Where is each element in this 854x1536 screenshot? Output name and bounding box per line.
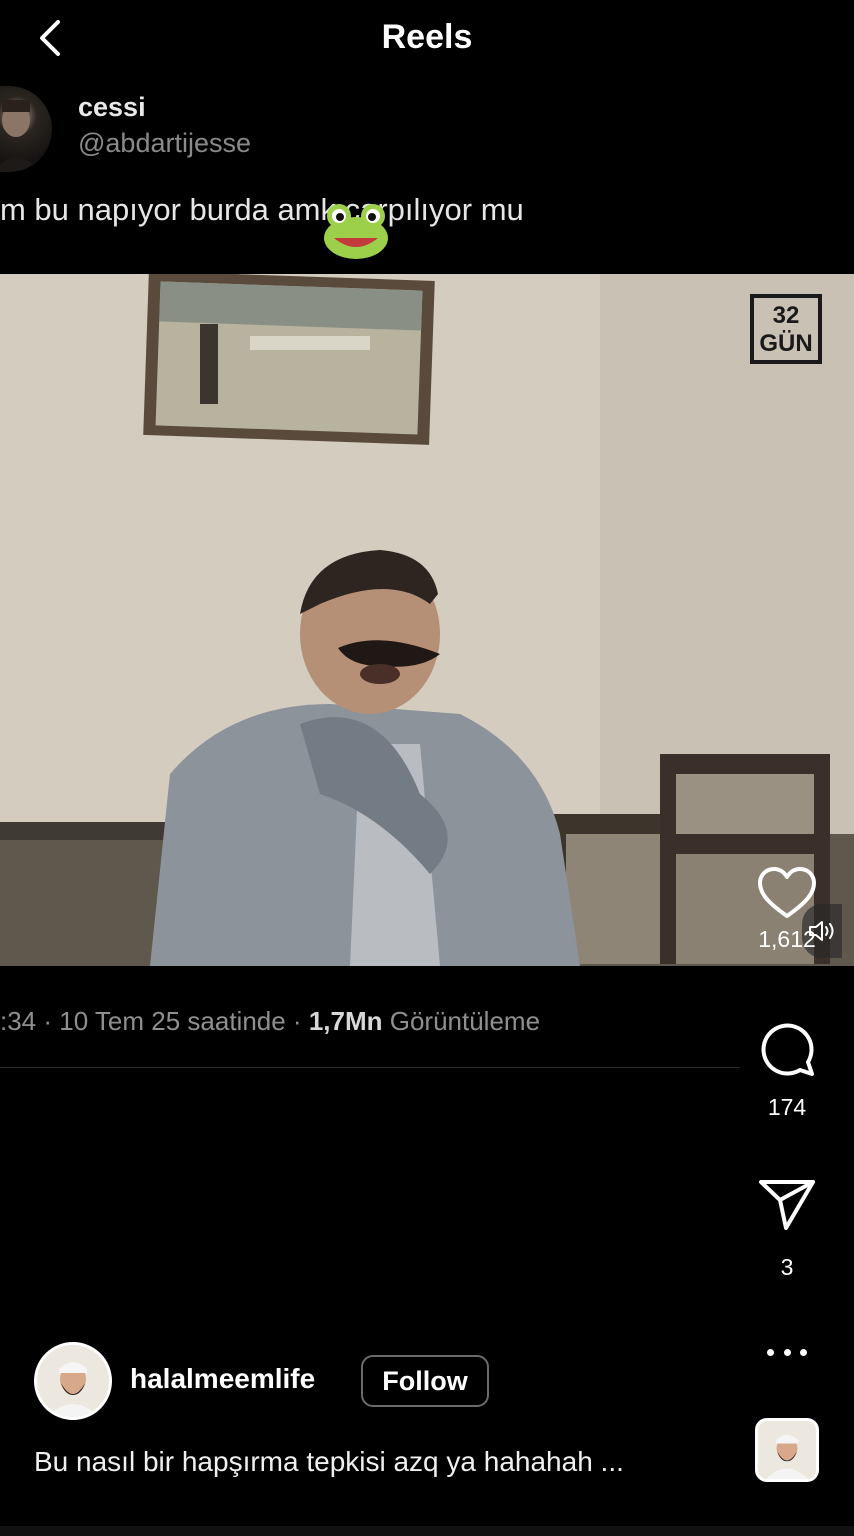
share-count: 3 [780,1254,794,1280]
comment-count: 174 [767,1094,807,1120]
more-dot-icon [767,1348,774,1356]
view-count-label: Görüntüleme [382,1006,541,1036]
paper-plane-icon[interactable] [758,1178,816,1232]
page-title: Reels [381,18,473,56]
share-action[interactable]: 3 [747,1178,827,1281]
like-action[interactable]: 1,612 [747,866,827,953]
tweet-text: m bu napıyor burda amk çarpılıyor mu [0,192,524,227]
post-timestamp: :34 · 10 Tem 25 saatinde · [0,1006,309,1036]
post-caption[interactable]: Bu nasıl bir hapşırma tepkisi azq ya hah… [34,1446,624,1478]
author-username[interactable]: halalmeemlife [130,1363,315,1395]
bottom-bar [0,1526,854,1536]
watermark-line-2: GÜN [759,330,813,357]
tweet-display-name[interactable]: cessi [78,92,146,123]
heart-icon[interactable] [757,866,817,920]
comment-bubble-icon[interactable] [758,1020,816,1078]
tweet-handle: @abdartijesse [78,128,251,158]
view-count: 1,7Mn [308,1006,383,1036]
tweet-header: cessi @abdartijesse [0,86,600,172]
post-meta-line: :34 · 10 Tem 25 saatinde · 1,7Mn Görüntü… [0,1006,540,1037]
watermark-line-1: 32 [772,302,800,329]
divider [0,1067,740,1068]
more-dot-icon [783,1348,791,1356]
reel-video[interactable]: 32 GÜN [0,274,854,966]
more-options-button[interactable] [767,1340,807,1364]
author-row: halalmeemlife Follow [34,1342,754,1420]
frog-icon [324,204,388,259]
video-frame-illustration [0,274,854,966]
like-count: 1,612 [758,926,816,952]
more-dot-icon [800,1348,807,1356]
top-bar: Reels [0,0,854,80]
channel-watermark: 32 GÜN [750,294,822,364]
tweet-avatar[interactable] [0,86,52,172]
follow-button[interactable]: Follow [361,1355,489,1407]
audio-thumbnail[interactable] [755,1418,819,1482]
comment-action[interactable]: 174 [747,1020,827,1121]
author-avatar[interactable] [34,1342,112,1420]
